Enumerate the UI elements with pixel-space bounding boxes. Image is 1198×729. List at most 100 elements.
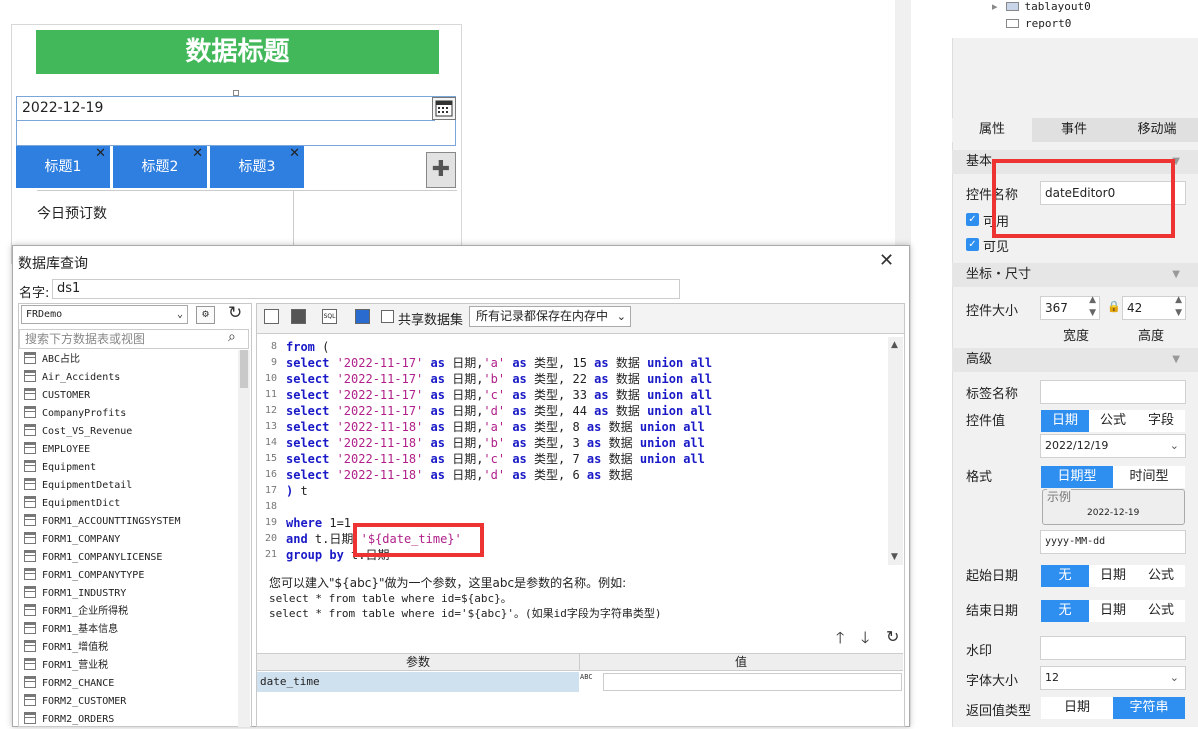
format-input[interactable]: yyyy-MM-dd [1040,530,1186,554]
value-mode-formula[interactable]: 公式 [1089,410,1137,432]
memory-mode-select[interactable]: 所有记录都保存在内存中 ⌄ [469,306,631,327]
table-search-input[interactable]: 搜索下方数据表或视图 [19,329,249,349]
line-number: 17 [264,485,277,496]
end-mode-none[interactable]: 无 [1041,600,1089,622]
width-input[interactable]: 367 ▲ ▼ [1040,295,1100,320]
table-list-item[interactable]: FORM1_基本信息 [24,621,118,639]
fontsize-select[interactable]: 12 ⌄ [1040,666,1186,690]
share-dataset-checkbox[interactable] [381,310,394,323]
table-list-item[interactable]: CompanyProfits [24,405,126,423]
chevron-down-icon: ⌄ [176,309,183,320]
table-list-item[interactable]: CUSTOMER [24,387,90,405]
watermark-input[interactable] [1040,636,1186,660]
table-list-item[interactable]: FORM1_COMPANY [24,531,120,549]
param-row[interactable]: date_time [257,672,579,692]
refresh-params-icon[interactable]: ↻ [886,627,899,646]
end-mode-formula[interactable]: 公式 [1137,600,1185,622]
close-icon[interactable]: ✕ [95,133,106,175]
tab-3[interactable]: 标题3 ✕ [210,146,305,188]
table-list-item[interactable]: EquipmentDetail [24,477,132,495]
table-icon [24,370,36,382]
db-settings-icon[interactable]: ⚙ [196,306,215,324]
chevron-down-icon[interactable]: ▼ [891,552,898,562]
start-mode-formula[interactable]: 公式 [1137,565,1185,587]
add-tab-icon[interactable]: ✚ [426,152,456,188]
table-list-item[interactable]: ABC占比 [24,351,80,369]
tag-input[interactable] [1040,380,1186,404]
value-date-select[interactable]: 2022/12/19 ⌄ [1040,434,1186,458]
table-list-scrollbar[interactable] [238,350,250,727]
tree-item-tablayout[interactable]: ▸ tablayout0 [992,0,1091,13]
refresh-icon[interactable]: ↻ [228,303,242,323]
table-list-item[interactable]: Cost_VS_Revenue [24,423,132,441]
table-list-item[interactable]: FORM2_ORDERS [24,711,114,729]
table-icon [24,406,36,418]
line-number: 21 [264,549,277,560]
arrow-down-icon[interactable]: 🡓 [861,627,869,654]
tab-2[interactable]: 标题2 ✕ [113,146,208,188]
table-icon [24,694,36,706]
table-list-item[interactable]: FORM1_增值税 [24,639,108,657]
arrow-up-icon[interactable]: 🡑 [836,627,844,654]
chevron-up-icon[interactable]: ▲ [891,340,898,350]
tab-events[interactable]: 事件 [1034,118,1114,142]
table-list-item[interactable]: FORM1_营业税 [24,657,108,675]
table-list-item[interactable]: FORM1_企业所得税 [24,603,128,621]
table-list-item[interactable]: FORM1_COMPANYLICENSE [24,549,162,567]
end-mode-date[interactable]: 日期 [1089,600,1137,622]
code-text: select '2022-11-17' as 日期,'a' as 类型, 15 … [286,356,713,370]
sql-editor[interactable]: 8 from (9 select '2022-11-17' as 日期,'a' as… [257,337,889,565]
string-type-icon[interactable]: ABC [580,673,593,681]
table-list-item[interactable]: FORM1_COMPANYTYPE [24,567,144,585]
table-name: Air_Accidents [42,372,121,383]
format-label: 格式 [966,470,993,485]
table-list-item[interactable]: Air_Accidents [24,369,120,387]
scroll-thumb[interactable] [240,350,248,388]
format-mode-time[interactable]: 时间型 [1113,466,1185,488]
tree-item-report[interactable]: report0 [1006,17,1071,30]
start-mode-date[interactable]: 日期 [1089,565,1137,587]
date-editor-widget[interactable]: 2022-12-19 [16,96,456,146]
tab-mobile[interactable]: 移动端 [1116,118,1198,142]
param-value-input[interactable] [603,673,902,691]
table-list-item[interactable]: FORM1_ACCOUNTTINGSYSTEM [24,513,180,531]
table-list-item[interactable]: FORM2_CHANCE [24,675,114,693]
dialog-title: 数据库查询 [18,256,88,272]
sql-editor-scrollbar[interactable] [888,337,903,565]
return-mode-string[interactable]: 字符串 [1113,697,1185,719]
close-icon[interactable]: ✕ [192,133,203,175]
datasource-select[interactable]: FRDemo ⌄ [21,305,188,324]
start-mode-none[interactable]: 无 [1041,565,1089,587]
tab-properties[interactable]: 属性 [952,118,1032,142]
close-icon[interactable]: ✕ [289,133,300,175]
section-advanced[interactable]: 高级 ▼ [952,348,1198,372]
table-list-item[interactable]: EMPLOYEE [24,441,90,459]
return-mode-date[interactable]: 日期 [1041,697,1113,719]
paste-icon[interactable] [355,309,370,324]
preview-icon[interactable] [264,309,279,324]
value-mode-date[interactable]: 日期 [1041,410,1089,432]
chevron-down-icon: ▼ [1172,354,1180,365]
table-list-item[interactable]: FORM1_INDUSTRY [24,585,126,603]
table-list-item[interactable]: FORM2_CUSTOMER [24,693,126,711]
height-input[interactable]: 42 ▲ ▼ [1122,295,1186,320]
lock-icon[interactable]: 🔒 [1107,300,1121,313]
line-number: 19 [264,517,277,528]
value-mode-field[interactable]: 字段 [1137,410,1185,432]
table-list-item[interactable]: Equipment [24,459,96,477]
data-title-widget[interactable]: 数据标题 [36,30,439,74]
table-name: FORM1_COMPANYLICENSE [42,552,163,563]
table-list-item[interactable]: EquipmentDict [24,495,120,513]
close-icon[interactable]: ✕ [879,250,894,271]
code-text: select '2022-11-18' as 日期,'b' as 类型, 3 a… [286,436,705,450]
expand-icon[interactable]: ▸ [992,0,998,13]
visible-checkbox[interactable]: ✓ [966,238,979,251]
save-icon[interactable] [291,309,306,324]
format-mode-date[interactable]: 日期型 [1041,466,1113,488]
sql-icon[interactable]: SQL [322,309,337,324]
calendar-icon[interactable] [432,97,456,120]
tab-1[interactable]: 标题1 ✕ [16,146,111,188]
enabled-checkbox[interactable]: ✓ [966,213,979,226]
dataset-name-input[interactable]: ds1 [52,279,680,299]
section-coord-size[interactable]: 坐标・尺寸 ▼ [952,263,1198,287]
